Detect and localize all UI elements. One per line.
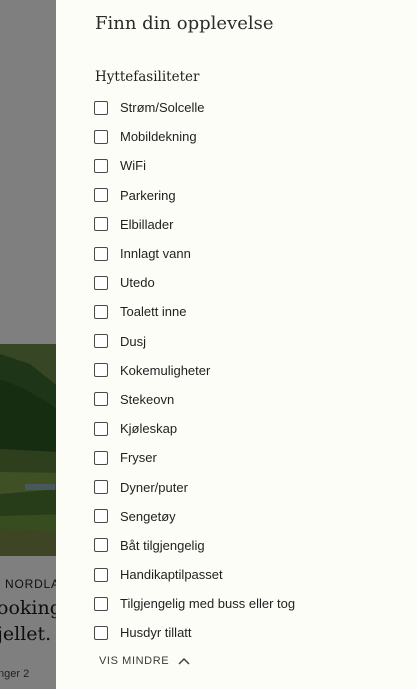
facility-label: Elbillader [120,216,174,232]
facility-checkbox[interactable] [94,509,108,524]
drawer-title: Finn din opplevelse [95,13,274,34]
facility-label: WiFi [120,158,146,174]
facility-checkbox[interactable] [94,275,108,290]
facility-checkbox[interactable] [94,158,108,173]
facilities-section-title: Hyttefasiliteter [95,69,200,85]
facility-checkbox[interactable] [94,100,108,115]
facility-label: Strøm/Solcelle [120,100,205,116]
facility-checkbox[interactable] [94,246,108,261]
facility-checkbox[interactable] [94,304,108,319]
show-less-label: VIS MINDRE [99,655,170,667]
facility-checkbox[interactable] [94,217,108,232]
facility-label: Fryser [120,450,157,466]
facility-checkbox-list: Strøm/Solcelle Mobildekning WiFi Parkering E… [94,93,295,648]
facility-label: Parkering [120,187,176,203]
facility-label: Stekeovn [120,391,175,407]
facility-option[interactable]: Dusj [94,327,295,356]
facility-label: Tilgjengelig med buss eller tog [120,596,296,612]
facility-option[interactable]: Tilgjengelig med buss eller tog [94,589,295,618]
facility-label: Dusj [120,333,147,349]
facility-option[interactable]: Kjøleskap [94,414,295,443]
facility-option[interactable]: Mobildekning [94,122,295,151]
screen: NORDLAN ookingle jellet. V nger 2 Finn d… [0,0,417,689]
facility-checkbox[interactable] [94,596,108,611]
facility-label: Båt tilgjengelig [120,537,205,553]
facility-label: Kokemuligheter [120,362,211,378]
show-less-button[interactable]: VIS MINDRE [99,655,190,667]
facility-checkbox[interactable] [94,129,108,144]
facility-option[interactable]: Båt tilgjengelig [94,531,295,560]
facility-label: Handikaptilpasset [120,567,223,583]
facility-option[interactable]: Elbillader [94,210,295,239]
facility-checkbox[interactable] [94,480,108,495]
facility-label: Utedo [120,275,155,291]
facility-option[interactable]: Sengetøy [94,502,295,531]
facility-option[interactable]: Handikaptilpasset [94,560,295,589]
facility-checkbox[interactable] [94,450,108,465]
facility-label: Sengetøy [120,508,176,524]
facility-option[interactable]: Fryser [94,443,295,472]
facility-option[interactable]: Kokemuligheter [94,356,295,385]
facility-label: Kjøleskap [120,421,178,437]
facility-label: Toalett inne [120,304,187,320]
facility-label: Innlagt vann [120,246,191,262]
facility-option[interactable]: Husdyr tillatt [94,618,295,647]
facility-option[interactable]: Parkering [94,181,295,210]
chevron-up-icon [178,658,190,665]
facility-option[interactable]: Dyner/puter [94,472,295,501]
facility-label: Dyner/puter [120,479,188,495]
facility-checkbox[interactable] [94,625,108,640]
filter-drawer: Finn din opplevelse Hyttefasiliteter Str… [56,0,417,689]
facility-option[interactable]: Strøm/Solcelle [94,93,295,122]
facility-label: Husdyr tillatt [120,625,192,641]
facility-checkbox[interactable] [94,363,108,378]
facility-checkbox[interactable] [94,392,108,407]
facility-label: Mobildekning [120,129,197,145]
facility-checkbox[interactable] [94,421,108,436]
facility-option[interactable]: Stekeovn [94,385,295,414]
facility-checkbox[interactable] [94,188,108,203]
facility-checkbox[interactable] [94,334,108,349]
facility-checkbox[interactable] [94,538,108,553]
facility-option[interactable]: Innlagt vann [94,239,295,268]
facility-checkbox[interactable] [94,567,108,582]
facility-option[interactable]: Utedo [94,268,295,297]
facility-option[interactable]: Toalett inne [94,297,295,326]
facility-option[interactable]: WiFi [94,151,295,180]
